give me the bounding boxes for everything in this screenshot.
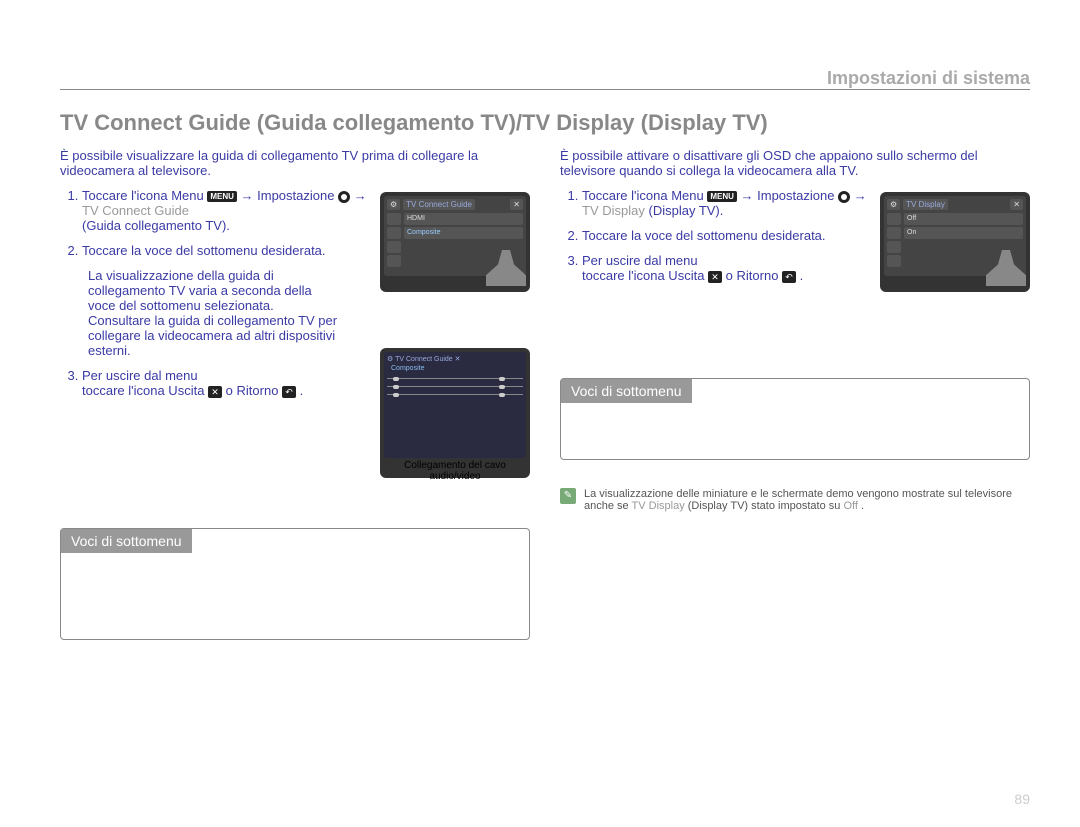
submenu-header: Voci di sottomenu — [561, 379, 692, 403]
close-icon: ✕ — [1010, 199, 1023, 210]
text: toccare l'icona Uscita — [582, 268, 708, 283]
page-title: TV Connect Guide (Guida collegamento TV)… — [60, 110, 1030, 136]
up-icon — [387, 213, 401, 225]
left-step-1: Toccare l'icona Menu MENU → Impostazione… — [82, 188, 370, 233]
close-icon: ✕ — [455, 356, 461, 363]
text: . — [300, 383, 304, 398]
text: Toccare l'icona Menu — [582, 188, 707, 203]
down-icon — [887, 227, 901, 239]
right-step-3: Per uscire dal menu toccare l'icona Usci… — [582, 253, 870, 283]
text: toccare l'icona Uscita — [82, 383, 208, 398]
note-box: ✎ La visualizzazione delle miniature e l… — [560, 488, 1030, 512]
mock-title: TV Connect Guide — [403, 199, 475, 210]
text: (Guida collegamento TV). — [82, 218, 230, 233]
close-icon: ✕ — [510, 199, 523, 210]
mock-tv-connect-menu: ⚙ TV Connect Guide ✕ HDMI Composite — [380, 192, 530, 292]
text: . — [861, 500, 864, 512]
text: (Display TV) stato impostato su — [688, 500, 844, 512]
left-step-2-detail: La visualizzazione della guida di colleg… — [88, 268, 338, 358]
text-em: Off — [843, 500, 857, 512]
down-icon — [387, 227, 401, 239]
mock-row-hdmi: HDMI — [404, 213, 523, 225]
mock-tv-display-menu: ⚙ TV Display ✕ Off On — [880, 192, 1030, 292]
left-step-2: Toccare la voce del sottomenu desiderata… — [82, 243, 370, 258]
text: . — [800, 268, 804, 283]
right-intro: È possibile attivare o disattivare gli O… — [560, 148, 1030, 178]
note-text: La visualizzazione delle miniature e le … — [584, 488, 1030, 512]
back-icon — [887, 255, 901, 267]
text: o Ritorno — [726, 268, 782, 283]
exit-icon: ✕ — [208, 386, 222, 398]
mock2-title: TV Connect Guide — [395, 356, 453, 363]
mock-row-on: On — [904, 227, 1023, 239]
gear-icon — [338, 191, 350, 203]
gear-icon: ⚙ — [887, 199, 900, 210]
menu-path-grey: TV Connect Guide — [82, 203, 189, 218]
text: (Display TV). — [648, 203, 723, 218]
right-step-1: Toccare l'icona Menu MENU → Impostazione… — [582, 188, 870, 218]
text: → Impostazione — [741, 188, 839, 203]
text: Toccare la voce del sottomenu desiderata… — [582, 228, 826, 243]
left-intro: È possibile visualizzare la guida di col… — [60, 148, 530, 178]
text: → — [354, 188, 367, 203]
exit-icon: ✕ — [708, 271, 722, 283]
text: Per uscire dal menu — [82, 368, 198, 383]
cable-diagram — [387, 378, 523, 399]
menu-icon: MENU — [207, 191, 237, 202]
return-icon: ↶ — [282, 386, 296, 398]
mock2-subtitle: Composite — [391, 365, 523, 372]
right-step-2: Toccare la voce del sottomenu desiderata… — [582, 228, 870, 243]
text: Toccare la voce del sottomenu desiderata… — [82, 243, 326, 258]
text: o Ritorno — [226, 383, 282, 398]
return-icon: ↶ — [782, 271, 796, 283]
mock2-caption: Collegamento del cavo audio/video — [384, 460, 526, 482]
mock-row-off: Off — [904, 213, 1023, 225]
submenu-header: Voci di sottomenu — [61, 529, 192, 553]
mock-title: TV Display — [903, 199, 948, 210]
text-em: TV Display — [632, 500, 685, 512]
page-indicator — [387, 241, 401, 253]
mock-row-composite: Composite — [404, 227, 523, 239]
right-submenu-box: Voci di sottomenu — [560, 378, 1030, 460]
gear-icon — [838, 191, 850, 203]
gear-icon: ⚙ — [387, 356, 393, 363]
text: Toccare l'icona Menu — [82, 188, 207, 203]
back-icon — [387, 255, 401, 267]
note-icon: ✎ — [560, 488, 576, 504]
gear-icon: ⚙ — [387, 199, 400, 210]
text: → Impostazione — [241, 188, 339, 203]
mock-connection-diagram: ⚙ TV Connect Guide ✕ Composite Collegame… — [380, 348, 530, 478]
page-number: 89 — [1014, 791, 1030, 807]
text: Per uscire dal menu — [582, 253, 698, 268]
left-step-3: Per uscire dal menu toccare l'icona Usci… — [82, 368, 370, 398]
up-icon — [887, 213, 901, 225]
page-indicator — [887, 241, 901, 253]
section-label: Impostazioni di sistema — [60, 68, 1030, 89]
header-divider — [60, 89, 1030, 90]
menu-path-grey: TV Display — [582, 203, 645, 218]
menu-icon: MENU — [707, 191, 737, 202]
left-submenu-box: Voci di sottomenu — [60, 528, 530, 640]
text: → — [854, 188, 867, 203]
